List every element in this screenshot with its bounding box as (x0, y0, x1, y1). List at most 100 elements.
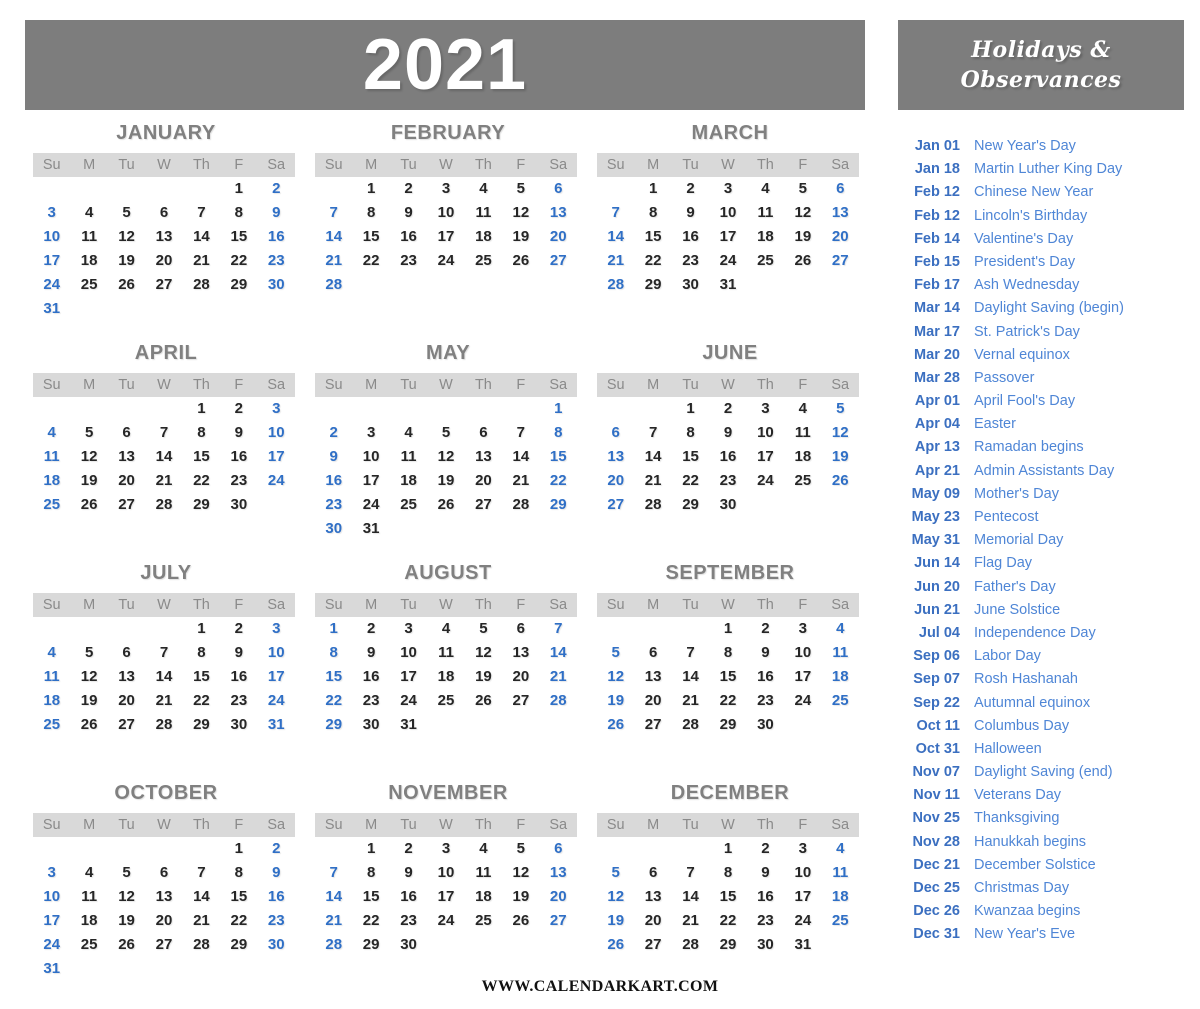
day-cell[interactable]: 28 (183, 933, 220, 957)
day-cell[interactable]: 27 (822, 249, 859, 273)
day-cell[interactable]: 5 (465, 617, 502, 641)
day-cell[interactable]: 18 (822, 885, 859, 909)
day-cell[interactable]: 18 (427, 665, 464, 689)
day-cell[interactable]: 4 (784, 397, 821, 421)
day-cell[interactable]: 22 (183, 469, 220, 493)
day-cell[interactable]: 3 (747, 397, 784, 421)
day-cell[interactable]: 3 (352, 421, 389, 445)
day-cell[interactable]: 19 (70, 469, 107, 493)
day-cell[interactable]: 8 (709, 861, 746, 885)
day-cell[interactable]: 30 (220, 713, 257, 737)
day-cell[interactable]: 29 (634, 273, 671, 297)
day-cell[interactable]: 26 (465, 689, 502, 713)
day-cell[interactable]: 8 (672, 421, 709, 445)
day-cell-holiday[interactable]: 14 (597, 225, 634, 249)
day-cell[interactable]: 15 (220, 885, 257, 909)
day-cell[interactable]: 16 (352, 665, 389, 689)
day-cell[interactable]: 15 (315, 665, 352, 689)
day-cell[interactable]: 2 (258, 837, 295, 861)
day-cell[interactable]: 15 (540, 445, 577, 469)
day-cell[interactable]: 10 (784, 641, 821, 665)
day-cell[interactable]: 3 (709, 177, 746, 201)
day-cell[interactable]: 26 (784, 249, 821, 273)
day-cell[interactable]: 18 (465, 225, 502, 249)
day-cell[interactable]: 2 (672, 177, 709, 201)
day-cell[interactable]: 1 (672, 397, 709, 421)
day-cell-holiday[interactable]: 23 (315, 493, 352, 517)
day-cell-holiday[interactable]: 31 (352, 517, 389, 541)
day-cell[interactable]: 11 (33, 665, 70, 689)
day-cell[interactable]: 23 (258, 909, 295, 933)
day-cell[interactable]: 16 (747, 665, 784, 689)
day-cell[interactable]: 21 (597, 249, 634, 273)
day-cell[interactable]: 31 (258, 713, 295, 737)
day-cell[interactable]: 22 (352, 909, 389, 933)
day-cell[interactable]: 22 (672, 469, 709, 493)
day-cell[interactable]: 16 (258, 885, 295, 909)
day-cell[interactable]: 21 (540, 665, 577, 689)
day-cell[interactable]: 8 (352, 201, 389, 225)
day-cell[interactable]: 4 (822, 837, 859, 861)
day-cell[interactable]: 28 (672, 713, 709, 737)
day-cell[interactable]: 19 (465, 665, 502, 689)
day-cell[interactable]: 15 (709, 885, 746, 909)
day-cell[interactable]: 23 (747, 909, 784, 933)
day-cell[interactable]: 4 (70, 201, 107, 225)
day-cell[interactable]: 9 (709, 421, 746, 445)
day-cell[interactable]: 26 (427, 493, 464, 517)
day-cell[interactable]: 11 (747, 201, 784, 225)
day-cell[interactable]: 5 (822, 397, 859, 421)
day-cell[interactable]: 25 (822, 689, 859, 713)
day-cell[interactable]: 16 (315, 469, 352, 493)
day-cell[interactable]: 18 (747, 225, 784, 249)
day-cell[interactable]: 5 (784, 177, 821, 201)
day-cell[interactable]: 16 (390, 225, 427, 249)
day-cell-holiday[interactable]: 14 (634, 445, 671, 469)
day-cell[interactable]: 15 (220, 225, 257, 249)
day-cell[interactable]: 27 (540, 249, 577, 273)
day-cell[interactable]: 29 (315, 713, 352, 737)
day-cell[interactable]: 23 (390, 249, 427, 273)
day-cell[interactable]: 22 (352, 249, 389, 273)
day-cell[interactable]: 18 (784, 445, 821, 469)
day-cell[interactable]: 7 (145, 421, 182, 445)
day-cell[interactable]: 10 (747, 421, 784, 445)
day-cell[interactable]: 25 (747, 249, 784, 273)
day-cell[interactable]: 2 (747, 837, 784, 861)
day-cell[interactable]: 16 (220, 665, 257, 689)
day-cell-holiday[interactable]: 31 (784, 933, 821, 957)
day-cell[interactable]: 17 (390, 665, 427, 689)
day-cell[interactable]: 31 (390, 713, 427, 737)
day-cell[interactable]: 17 (784, 885, 821, 909)
day-cell[interactable]: 1 (220, 837, 257, 861)
day-cell[interactable]: 26 (597, 713, 634, 737)
day-cell[interactable]: 3 (784, 837, 821, 861)
day-cell[interactable]: 15 (672, 445, 709, 469)
day-cell[interactable]: 13 (822, 201, 859, 225)
day-cell[interactable]: 18 (465, 885, 502, 909)
day-cell[interactable]: 25 (33, 713, 70, 737)
day-cell[interactable]: 31 (709, 273, 746, 297)
day-cell-holiday[interactable]: 12 (502, 201, 539, 225)
day-cell[interactable]: 30 (672, 273, 709, 297)
day-cell[interactable]: 27 (108, 713, 145, 737)
day-cell[interactable]: 24 (784, 689, 821, 713)
day-cell[interactable]: 6 (540, 177, 577, 201)
day-cell[interactable]: 29 (183, 713, 220, 737)
day-cell[interactable]: 11 (784, 421, 821, 445)
day-cell[interactable]: 14 (315, 225, 352, 249)
day-cell[interactable]: 2 (709, 397, 746, 421)
day-cell[interactable]: 17 (258, 445, 295, 469)
day-cell[interactable]: 6 (465, 421, 502, 445)
day-cell[interactable]: 29 (672, 493, 709, 517)
day-cell-holiday[interactable]: 17 (709, 225, 746, 249)
day-cell[interactable]: 4 (465, 837, 502, 861)
day-cell-holiday[interactable]: 9 (315, 445, 352, 469)
day-cell-holiday[interactable]: 6 (634, 641, 671, 665)
day-cell[interactable]: 21 (183, 909, 220, 933)
day-cell[interactable]: 9 (352, 641, 389, 665)
day-cell[interactable]: 29 (709, 713, 746, 737)
day-cell[interactable]: 5 (108, 201, 145, 225)
day-cell[interactable]: 11 (33, 445, 70, 469)
day-cell[interactable]: 1 (709, 617, 746, 641)
